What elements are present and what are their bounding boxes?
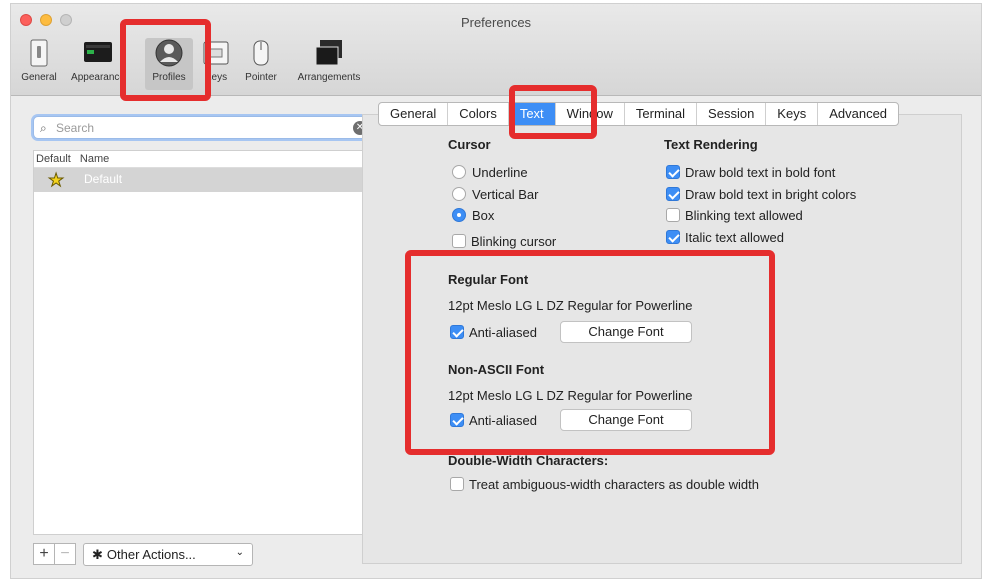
cursor-box-option[interactable]: Box — [452, 208, 494, 223]
blinking-text-option[interactable]: Blinking text allowed — [666, 208, 803, 223]
profiles-list: Default Name ★ Default — [33, 150, 373, 535]
double-width-checkbox[interactable] — [450, 477, 464, 491]
add-profile-button[interactable]: + — [33, 543, 55, 565]
radio-underline[interactable] — [452, 165, 466, 179]
bright-colors-option[interactable]: Draw bold text in bright colors — [666, 187, 856, 202]
bold-font-option[interactable]: Draw bold text in bold font — [666, 165, 835, 180]
tab-bar: General Colors Text Window Terminal Sess… — [378, 102, 900, 126]
bold-font-checkbox[interactable] — [666, 165, 680, 179]
column-default[interactable]: Default — [36, 153, 71, 165]
column-name[interactable]: Name — [80, 153, 109, 165]
cursor-heading: Cursor — [448, 137, 491, 152]
tab-advanced[interactable]: Advanced — [818, 103, 898, 125]
cursor-vertical-bar-option[interactable]: Vertical Bar — [452, 187, 538, 202]
cursor-underline-option[interactable]: Underline — [452, 165, 528, 180]
list-header: Default Name — [34, 151, 372, 168]
toolbar-pointer[interactable]: Pointer — [239, 38, 283, 90]
search-field[interactable]: ⌕ Search ✕ — [33, 116, 374, 139]
profile-name: Default — [84, 172, 123, 186]
radio-vertical-bar[interactable] — [452, 187, 466, 201]
italic-text-option[interactable]: Italic text allowed — [666, 230, 784, 245]
toolbar-arrangements[interactable]: Arrangements — [289, 38, 369, 90]
text-rendering-heading: Text Rendering — [664, 137, 758, 152]
profile-row[interactable]: ★ Default — [34, 168, 372, 192]
italic-text-checkbox[interactable] — [666, 230, 680, 244]
profiles-panel: ⌕ Search ✕ Default Name ★ Default + − ✱ O… — [21, 108, 376, 578]
windows-icon — [315, 40, 342, 66]
tab-session[interactable]: Session — [697, 103, 767, 125]
default-star-icon: ★ — [47, 170, 65, 191]
search-placeholder: Search — [56, 121, 95, 135]
tab-colors[interactable]: Colors — [448, 103, 509, 125]
bright-colors-checkbox[interactable] — [666, 187, 680, 201]
tab-keys[interactable]: Keys — [766, 103, 819, 125]
blinking-text-checkbox[interactable] — [666, 208, 680, 222]
blinking-cursor-option[interactable]: Blinking cursor — [452, 234, 556, 249]
blinking-cursor-checkbox[interactable] — [452, 234, 466, 248]
double-width-heading: Double-Width Characters: — [448, 453, 609, 468]
double-width-option[interactable]: Treat ambiguous-width characters as doub… — [450, 477, 759, 492]
mouse-icon — [253, 40, 269, 66]
annotation-box-fonts — [405, 250, 775, 455]
toolbar-general[interactable]: General — [17, 38, 61, 90]
tab-terminal[interactable]: Terminal — [625, 103, 698, 125]
search-icon: ⌕ — [40, 121, 47, 135]
switch-icon — [30, 39, 48, 67]
tab-general[interactable]: General — [379, 103, 449, 125]
annotation-box-profiles — [120, 19, 211, 101]
radio-box[interactable] — [452, 208, 466, 222]
gear-icon: ✱ — [92, 547, 103, 562]
remove-profile-button[interactable]: − — [54, 543, 76, 565]
chevron-down-icon: ⌄ — [235, 547, 244, 558]
other-actions-label: Other Actions... — [106, 547, 196, 562]
other-actions-menu[interactable]: ✱ Other Actions... ⌄ — [83, 543, 253, 566]
annotation-box-text-tab — [509, 85, 597, 139]
display-icon — [84, 42, 112, 62]
